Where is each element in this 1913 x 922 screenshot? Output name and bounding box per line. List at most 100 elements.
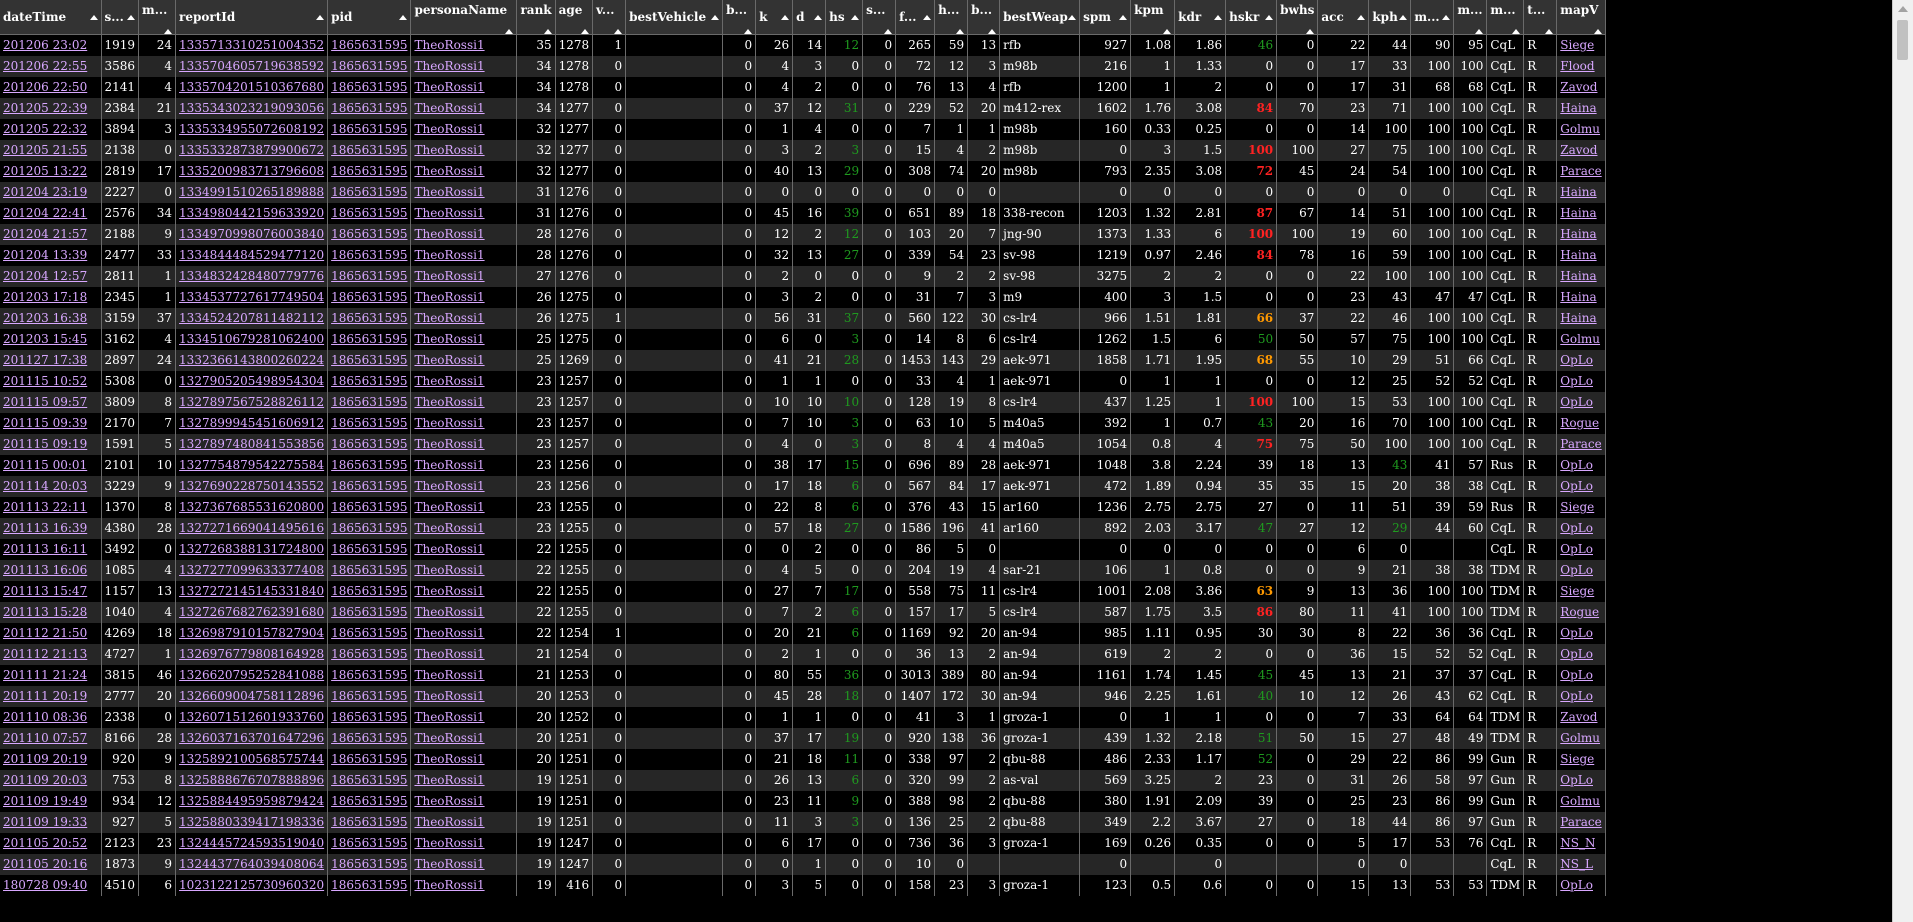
table-link[interactable]: 1334970998076003840 <box>179 227 324 241</box>
table-link[interactable]: TheoRossi1 <box>414 353 484 367</box>
table-link[interactable]: OpLo <box>1560 479 1593 493</box>
column-header-4[interactable]: pid <box>327 0 412 35</box>
column-header-21[interactable]: kdr <box>1174 0 1227 35</box>
table-link[interactable]: TheoRossi1 <box>414 878 484 892</box>
table-link[interactable]: Parace <box>1560 815 1601 829</box>
column-header-7[interactable]: age <box>555 0 594 35</box>
table-link[interactable]: TheoRossi1 <box>414 101 484 115</box>
column-header-27[interactable]: m... <box>1453 0 1488 35</box>
table-link[interactable]: 1865631595 <box>331 689 407 703</box>
table-link[interactable]: 1335713310251004352 <box>179 38 324 52</box>
table-link[interactable]: 201113 22:11 <box>3 500 87 514</box>
column-header-13[interactable]: hs <box>825 0 864 35</box>
table-link[interactable]: 1865631595 <box>331 374 407 388</box>
table-link[interactable]: TheoRossi1 <box>414 374 484 388</box>
table-link[interactable]: Siege <box>1560 752 1594 766</box>
table-link[interactable]: 1334991510265189888 <box>179 185 324 199</box>
table-link[interactable]: 1865631595 <box>331 794 407 808</box>
table-link[interactable]: 1326037163701647296 <box>179 731 324 745</box>
table-link[interactable]: TheoRossi1 <box>414 668 484 682</box>
table-link[interactable]: 1865631595 <box>331 857 407 871</box>
column-header-30[interactable]: mapV <box>1556 0 1606 35</box>
column-header-12[interactable]: d <box>792 0 827 35</box>
table-link[interactable]: 201113 16:06 <box>3 563 87 577</box>
table-link[interactable]: OpLo <box>1560 542 1593 556</box>
column-header-15[interactable]: f... <box>895 0 936 35</box>
table-link[interactable]: 201204 13:39 <box>3 248 87 262</box>
table-link[interactable]: 201203 17:18 <box>3 290 87 304</box>
table-link[interactable]: 201206 22:55 <box>3 59 87 73</box>
table-link[interactable]: TheoRossi1 <box>414 332 484 346</box>
table-link[interactable]: 1334537727617749504 <box>179 290 324 304</box>
table-link[interactable]: 1327897567528826112 <box>179 395 324 409</box>
table-link[interactable]: Haina <box>1560 290 1596 304</box>
table-link[interactable]: 1865631595 <box>331 59 407 73</box>
table-link[interactable]: NS_L <box>1560 857 1593 871</box>
table-link[interactable]: Zavod <box>1560 80 1597 94</box>
table-link[interactable]: 1865631595 <box>331 143 407 157</box>
table-link[interactable]: 201205 22:32 <box>3 122 87 136</box>
table-link[interactable]: 201204 12:57 <box>3 269 87 283</box>
table-link[interactable]: Zavod <box>1560 143 1597 157</box>
table-link[interactable]: Siege <box>1560 584 1594 598</box>
table-link[interactable]: Haina <box>1560 101 1596 115</box>
table-link[interactable]: 1865631595 <box>331 479 407 493</box>
table-link[interactable]: TheoRossi1 <box>414 458 484 472</box>
table-link[interactable]: 1865631595 <box>331 353 407 367</box>
table-link[interactable]: 1865631595 <box>331 626 407 640</box>
table-link[interactable]: OpLo <box>1560 374 1593 388</box>
table-link[interactable]: TheoRossi1 <box>414 311 484 325</box>
table-link[interactable]: TheoRossi1 <box>414 38 484 52</box>
table-link[interactable]: Golmu <box>1560 332 1600 346</box>
column-header-6[interactable]: rank <box>516 0 556 35</box>
table-link[interactable]: TheoRossi1 <box>414 542 484 556</box>
table-link[interactable]: 1334980442159633920 <box>179 206 324 220</box>
table-link[interactable]: TheoRossi1 <box>414 185 484 199</box>
table-link[interactable]: 201109 19:49 <box>3 794 87 808</box>
table-link[interactable]: OpLo <box>1560 563 1593 577</box>
table-link[interactable]: 1865631595 <box>331 458 407 472</box>
table-link[interactable]: 1327271669041495616 <box>179 521 324 535</box>
table-link[interactable]: OpLo <box>1560 878 1593 892</box>
table-link[interactable]: 1326620795252841088 <box>179 668 324 682</box>
table-link[interactable]: TheoRossi1 <box>414 395 484 409</box>
table-link[interactable]: 1865631595 <box>331 122 407 136</box>
table-link[interactable]: 1865631595 <box>331 185 407 199</box>
table-link[interactable]: 1335334955072608192 <box>179 122 324 136</box>
table-link[interactable]: OpLo <box>1560 626 1593 640</box>
table-link[interactable]: 201110 07:57 <box>3 731 87 745</box>
table-link[interactable]: Haina <box>1560 248 1596 262</box>
table-link[interactable]: TheoRossi1 <box>414 227 484 241</box>
table-link[interactable]: 201114 20:03 <box>3 479 87 493</box>
vertical-scrollbar[interactable] <box>1892 0 1913 922</box>
column-header-19[interactable]: spm <box>1079 0 1132 35</box>
table-link[interactable]: 1865631595 <box>331 542 407 556</box>
column-header-24[interactable]: acc <box>1317 0 1370 35</box>
table-link[interactable]: 201205 22:39 <box>3 101 87 115</box>
table-link[interactable]: OpLo <box>1560 395 1593 409</box>
table-link[interactable]: 1865631595 <box>331 521 407 535</box>
table-link[interactable]: TheoRossi1 <box>414 836 484 850</box>
table-link[interactable]: 1324437764039408064 <box>179 857 324 871</box>
table-link[interactable]: TheoRossi1 <box>414 290 484 304</box>
table-link[interactable]: 1865631595 <box>331 206 407 220</box>
table-link[interactable]: Siege <box>1560 500 1594 514</box>
table-link[interactable]: 1334844484529477120 <box>179 248 324 262</box>
table-link[interactable]: TheoRossi1 <box>414 164 484 178</box>
table-link[interactable]: 1326071512601933760 <box>179 710 324 724</box>
column-header-25[interactable]: kph <box>1368 0 1412 35</box>
table-link[interactable]: 1326976779808164928 <box>179 647 324 661</box>
column-header-20[interactable]: kpm <box>1130 0 1176 35</box>
table-link[interactable]: 201205 21:55 <box>3 143 87 157</box>
table-link[interactable]: 1334832428480779776 <box>179 269 324 283</box>
table-link[interactable]: TheoRossi1 <box>414 857 484 871</box>
table-link[interactable]: 1334524207811482112 <box>179 311 324 325</box>
table-link[interactable]: TheoRossi1 <box>414 689 484 703</box>
table-link[interactable]: 1865631595 <box>331 269 407 283</box>
table-link[interactable]: TheoRossi1 <box>414 731 484 745</box>
table-link[interactable]: TheoRossi1 <box>414 416 484 430</box>
table-link[interactable]: TheoRossi1 <box>414 479 484 493</box>
table-link[interactable]: 1023122125730960320 <box>179 878 324 892</box>
table-link[interactable]: 1324445724593519040 <box>179 836 324 850</box>
table-link[interactable]: 1865631595 <box>331 563 407 577</box>
